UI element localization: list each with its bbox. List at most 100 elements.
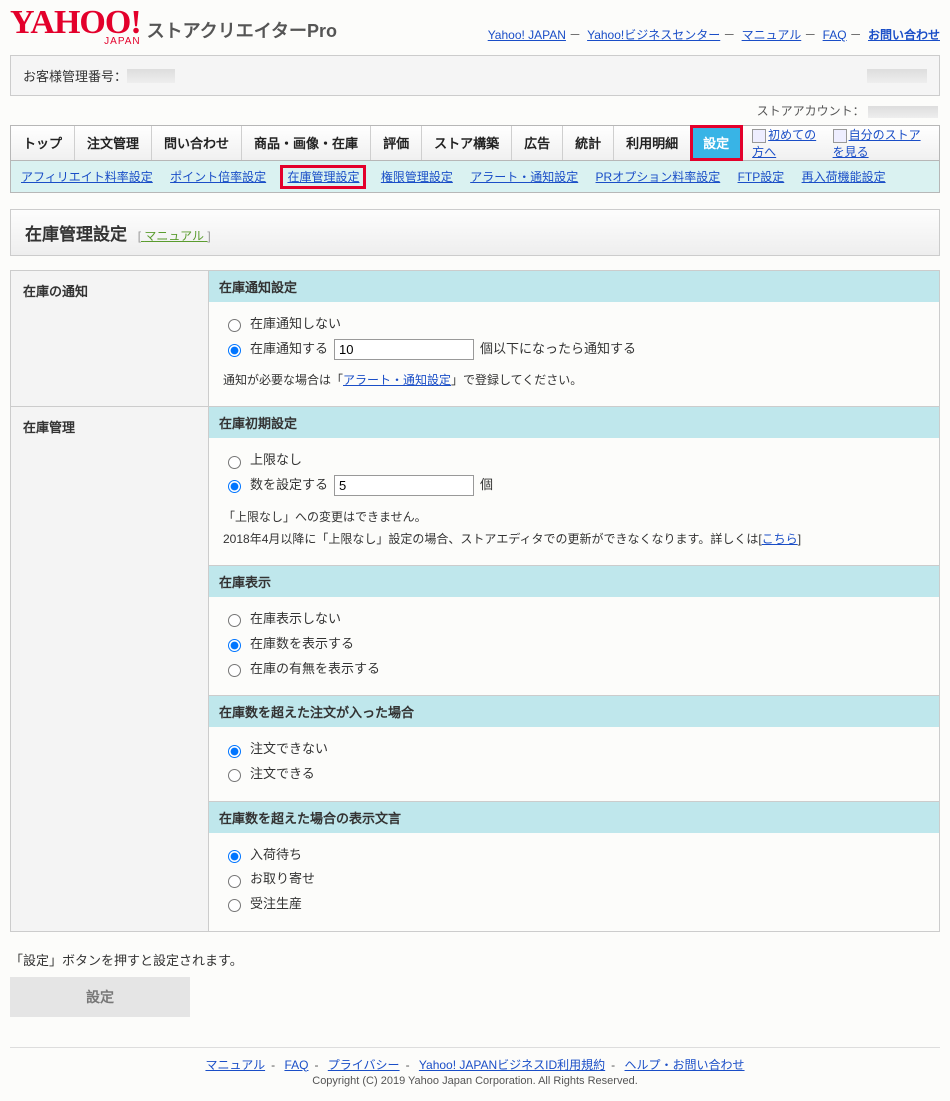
label-wording-order: お取り寄せ xyxy=(250,867,315,892)
radio-over-can[interactable] xyxy=(228,769,241,782)
header: YAHOO! JAPAN ストアクリエイターPro Yahoo! JAPAN－ … xyxy=(0,0,950,55)
customer-bar: お客様管理番号： xyxy=(10,55,940,96)
subtab-permission[interactable]: 権限管理設定 xyxy=(381,170,453,184)
newbie-icon xyxy=(752,129,766,143)
footer-terms[interactable]: Yahoo! JAPANビジネスID利用規約 xyxy=(419,1058,605,1072)
link-yahoo-japan[interactable]: Yahoo! JAPAN xyxy=(488,28,566,42)
label-display-avail: 在庫の有無を表示する xyxy=(250,657,380,682)
section-head-over-order: 在庫数を超えた注文が入った場合 xyxy=(209,695,939,727)
store-account-masked xyxy=(868,106,938,118)
radio-display-count[interactable] xyxy=(228,639,241,652)
radio-wording-made[interactable] xyxy=(228,899,241,912)
subtab-ftp[interactable]: FTP設定 xyxy=(738,170,785,184)
store-account: ストアアカウント： xyxy=(0,102,950,125)
tab-orders[interactable]: 注文管理 xyxy=(75,126,152,160)
footer-links: マニュアル- FAQ- プライバシー- Yahoo! JAPANビジネスID利用… xyxy=(10,1047,940,1075)
logo[interactable]: YAHOO! JAPAN ストアクリエイターPro xyxy=(10,6,337,47)
section-head-display: 在庫表示 xyxy=(209,565,939,597)
label-display-count: 在庫数を表示する xyxy=(250,632,354,657)
label-notify-suffix: 個以下になったら通知する xyxy=(480,337,636,362)
radio-over-cannot[interactable] xyxy=(228,745,241,758)
notify-note-prefix: 通知が必要な場合は「 xyxy=(223,373,343,387)
initial-note2-suffix: ] xyxy=(798,532,801,546)
sub-tabs: アフィリエイト料率設定 ポイント倍率設定 在庫管理設定 権限管理設定 アラート・… xyxy=(10,161,940,193)
section-body-over-wording: 入荷待ち お取り寄せ 受注生産 xyxy=(209,833,939,931)
label-notify-none: 在庫通知しない xyxy=(250,312,341,337)
label-wording-wait: 入荷待ち xyxy=(250,843,302,868)
header-links: Yahoo! JAPAN－ Yahoo!ビジネスセンター－ マニュアル－ FAQ… xyxy=(488,26,940,47)
initial-note1: 「上限なし」への変更はできません。 xyxy=(223,506,925,529)
subtab-alert[interactable]: アラート・通知設定 xyxy=(470,170,578,184)
label-wording-made: 受注生産 xyxy=(250,892,302,917)
label-display-none: 在庫表示しない xyxy=(250,607,341,632)
radio-display-avail[interactable] xyxy=(228,664,241,677)
customer-number-masked xyxy=(127,69,175,83)
section-body-display: 在庫表示しない 在庫数を表示する 在庫の有無を表示する xyxy=(209,597,939,695)
initial-note2-prefix: 2018年4月以降に「上限なし」設定の場合、ストアエディタでの更新ができなくなり… xyxy=(223,532,762,546)
subtab-point-rate[interactable]: ポイント倍率設定 xyxy=(170,170,266,184)
tab-top[interactable]: トップ xyxy=(11,126,75,160)
label-initial-setnum: 数を設定する xyxy=(250,473,328,498)
label-initial-nolimit: 上限なし xyxy=(250,448,302,473)
page-title: 在庫管理設定 xyxy=(25,225,127,244)
footer-help[interactable]: ヘルプ・お問い合わせ xyxy=(625,1058,745,1072)
initial-note2-link[interactable]: こちら xyxy=(762,532,798,546)
rowhead-stock-manage: 在庫管理 xyxy=(11,407,209,931)
subtab-restock[interactable]: 再入荷機能設定 xyxy=(802,170,886,184)
footer-faq[interactable]: FAQ xyxy=(284,1058,308,1072)
copyright: Copyright (C) 2019 Yahoo Japan Corporati… xyxy=(0,1075,950,1101)
tab-products[interactable]: 商品・画像・在庫 xyxy=(242,126,371,160)
section-head-initial: 在庫初期設定 xyxy=(209,407,939,438)
action-note: 「設定」ボタンを押すと設定されます。 xyxy=(10,950,940,969)
radio-display-none[interactable] xyxy=(228,614,241,627)
input-initial-value[interactable] xyxy=(334,475,474,496)
tab-inquiry[interactable]: 問い合わせ xyxy=(152,126,242,160)
notify-note-suffix: 」で登録してください。 xyxy=(451,373,582,387)
tab-reviews[interactable]: 評価 xyxy=(371,126,422,160)
section-body-over-order: 注文できない 注文できる xyxy=(209,727,939,800)
link-biz-center[interactable]: Yahoo!ビジネスセンター xyxy=(587,28,720,42)
input-notify-threshold[interactable] xyxy=(334,339,474,360)
tab-stats[interactable]: 統計 xyxy=(563,126,614,160)
store-icon xyxy=(833,129,847,143)
radio-wording-order[interactable] xyxy=(228,875,241,888)
section-body-stock-notify: 在庫通知しない 在庫通知する 個以下になったら通知する 通知が必要な場合は「アラ… xyxy=(209,302,939,406)
customer-number-label: お客様管理番号： xyxy=(23,66,127,85)
section-head-stock-notify: 在庫通知設定 xyxy=(209,271,939,302)
footer-privacy[interactable]: プライバシー xyxy=(328,1058,400,1072)
settings-table: 在庫の通知 在庫通知設定 在庫通知しない 在庫通知する 個以下になったら通知する… xyxy=(10,270,940,932)
link-manual[interactable]: マニュアル xyxy=(742,28,802,42)
radio-notify-none[interactable] xyxy=(228,319,241,332)
label-initial-unit: 個 xyxy=(480,473,493,498)
customer-bar-right-masked xyxy=(867,69,927,83)
tab-store-build[interactable]: ストア構築 xyxy=(422,126,512,160)
section-body-initial: 上限なし 数を設定する 個 「上限なし」への変更はできません。 2018年4月以… xyxy=(209,438,939,565)
notify-note-link[interactable]: アラート・通知設定 xyxy=(343,373,451,387)
radio-initial-nolimit[interactable] xyxy=(228,456,241,469)
store-account-label: ストアアカウント： xyxy=(757,104,865,118)
tab-billing[interactable]: 利用明細 xyxy=(614,126,691,160)
footer-manual[interactable]: マニュアル xyxy=(205,1058,265,1072)
radio-wording-wait[interactable] xyxy=(228,850,241,863)
link-faq[interactable]: FAQ xyxy=(823,28,847,42)
tab-settings[interactable]: 設定 xyxy=(691,126,742,160)
radio-notify-do[interactable] xyxy=(228,344,241,357)
label-over-cannot: 注文できない xyxy=(250,737,328,762)
page-manual-link[interactable]: マニュアル xyxy=(138,229,211,243)
page-title-bar: 在庫管理設定 マニュアル xyxy=(10,209,940,256)
submit-button[interactable]: 設定 xyxy=(10,977,190,1017)
subtab-pr-option[interactable]: PRオプション料率設定 xyxy=(596,170,721,184)
tab-ads[interactable]: 広告 xyxy=(512,126,563,160)
main-tabs: トップ 注文管理 問い合わせ 商品・画像・在庫 評価 ストア構築 広告 統計 利… xyxy=(10,125,940,161)
logo-yahoo-text: YAHOO! xyxy=(10,6,141,40)
rowhead-stock-notify: 在庫の通知 xyxy=(11,271,209,407)
label-notify-do: 在庫通知する xyxy=(250,337,328,362)
subtab-stock-manage[interactable]: 在庫管理設定 xyxy=(283,168,363,186)
radio-initial-setnum[interactable] xyxy=(228,480,241,493)
app-title: ストアクリエイターPro xyxy=(147,17,337,47)
section-head-over-wording: 在庫数を超えた場合の表示文言 xyxy=(209,801,939,833)
subtab-affiliate[interactable]: アフィリエイト料率設定 xyxy=(21,170,153,184)
label-over-can: 注文できる xyxy=(250,762,315,787)
tab-extras: 初めての方へ 自分のストアを見る xyxy=(742,126,939,160)
link-contact[interactable]: お問い合わせ xyxy=(868,28,940,42)
